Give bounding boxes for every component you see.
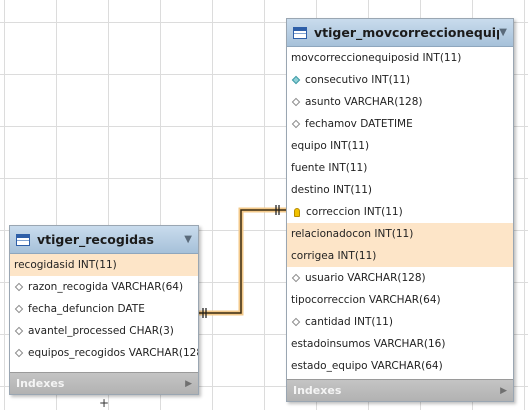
column-row[interactable]: fuente INT(11) — [287, 157, 513, 179]
column-row[interactable]: estadoinsumos VARCHAR(16) — [287, 333, 513, 355]
column-label: corrigea INT(11) — [291, 250, 377, 262]
column-list: movcorreccionequiposid INT(11) consecutiv… — [287, 47, 513, 377]
entity-vtiger-recogidas[interactable]: vtiger_recogidas ▼ recogidasid INT(11) ra… — [9, 225, 199, 395]
relationship-glow — [199, 207, 287, 316]
column-label: recogidasid INT(11) — [14, 259, 117, 271]
indexes-section[interactable]: Indexes ▶ — [287, 379, 513, 401]
column-row[interactable]: equipos_recogidos VARCHAR(128) — [10, 342, 198, 364]
column-label: consecutivo INT(11) — [305, 74, 411, 86]
column-label: usuario VARCHAR(128) — [305, 272, 426, 284]
indexes-label: Indexes — [16, 377, 65, 390]
column-row[interactable]: cantidad INT(11) — [287, 311, 513, 333]
column-label: fecha_defuncion DATE — [28, 303, 145, 315]
entity-title: vtiger_movcorreccionequipos — [314, 25, 499, 40]
column-row[interactable]: razon_recogida VARCHAR(64) — [10, 276, 198, 298]
foreign-key-icon — [294, 207, 300, 217]
column-label: fuente INT(11) — [291, 162, 368, 174]
diagram-canvas[interactable]: vtiger_recogidas ▼ recogidasid INT(11) ra… — [0, 0, 528, 409]
column-label: movcorreccionequiposid INT(11) — [291, 52, 462, 64]
column-label: estadoinsumos VARCHAR(16) — [291, 338, 446, 350]
column-row[interactable]: relacionadocon INT(11) — [287, 223, 513, 245]
column-label: destino INT(11) — [291, 184, 372, 196]
column-label: equipo INT(11) — [291, 140, 370, 152]
column-row[interactable]: equipo INT(11) — [287, 135, 513, 157]
nullable-diamond-icon — [14, 304, 24, 314]
nullable-diamond-icon — [14, 326, 24, 336]
nullable-diamond-icon — [14, 282, 24, 292]
column-row[interactable]: usuario VARCHAR(128) — [287, 267, 513, 289]
expand-arrow-icon[interactable]: ▶ — [185, 379, 192, 389]
column-row[interactable]: asunto VARCHAR(128) — [287, 91, 513, 113]
column-row[interactable]: corrigea INT(11) — [287, 245, 513, 267]
collapse-triangle-icon[interactable]: ▼ — [184, 234, 192, 245]
column-label: razon_recogida VARCHAR(64) — [28, 281, 184, 293]
entity-header[interactable]: vtiger_recogidas ▼ — [10, 226, 198, 254]
nullable-diamond-icon — [291, 273, 301, 283]
nullable-diamond-icon — [291, 119, 301, 129]
not-null-diamond-icon — [291, 75, 301, 85]
nullable-diamond-icon — [291, 317, 301, 327]
table-icon — [16, 233, 30, 246]
entity-header[interactable]: vtiger_movcorreccionequipos ▼ — [287, 19, 513, 47]
column-row[interactable]: estado_equipo VARCHAR(64) — [287, 355, 513, 377]
column-row[interactable]: fecha_defuncion DATE — [10, 298, 198, 320]
column-row[interactable]: correccion INT(11) — [287, 201, 513, 223]
column-label: tipocorreccion VARCHAR(64) — [291, 294, 441, 306]
nullable-diamond-icon — [14, 348, 24, 358]
column-label: avantel_processed CHAR(3) — [28, 325, 174, 337]
column-label: asunto VARCHAR(128) — [305, 96, 423, 108]
indexes-label: Indexes — [293, 384, 342, 397]
nullable-diamond-icon — [291, 97, 301, 107]
column-label: estado_equipo VARCHAR(64) — [291, 360, 443, 372]
column-list: recogidasid INT(11) razon_recogida VARCHA… — [10, 254, 198, 364]
column-row[interactable]: fechamov DATETIME — [287, 113, 513, 135]
column-row[interactable]: movcorreccionequiposid INT(11) — [287, 47, 513, 69]
column-label: equipos_recogidos VARCHAR(128) — [28, 347, 198, 359]
column-row[interactable]: consecutivo INT(11) — [287, 69, 513, 91]
collapse-triangle-icon[interactable]: ▼ — [499, 27, 507, 38]
column-label: cantidad INT(11) — [305, 316, 393, 328]
column-row[interactable]: destino INT(11) — [287, 179, 513, 201]
indexes-section[interactable]: Indexes ▶ — [10, 372, 198, 394]
column-label: correccion INT(11) — [306, 206, 403, 218]
column-label: fechamov DATETIME — [305, 118, 413, 130]
expand-arrow-icon[interactable]: ▶ — [500, 386, 507, 396]
column-row[interactable]: avantel_processed CHAR(3) — [10, 320, 198, 342]
entity-vtiger-movcorreccionequipos[interactable]: vtiger_movcorreccionequipos ▼ movcorrecc… — [286, 18, 514, 402]
table-icon — [293, 26, 307, 39]
column-row[interactable]: recogidasid INT(11) — [10, 254, 198, 276]
entity-title: vtiger_recogidas — [37, 232, 154, 247]
column-row[interactable]: tipocorreccion VARCHAR(64) — [287, 289, 513, 311]
column-label: relacionadocon INT(11) — [291, 228, 414, 240]
